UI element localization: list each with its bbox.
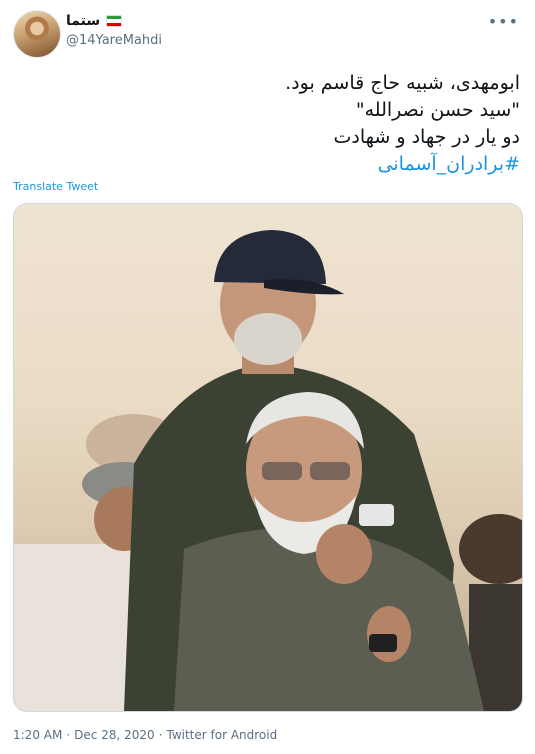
hashtag-link[interactable]: #برادران_آسمانی <box>378 153 520 175</box>
translate-tweet-link[interactable]: Translate Tweet <box>13 180 98 193</box>
more-options-icon[interactable]: ••• <box>488 12 519 31</box>
photo-illustration <box>14 230 522 711</box>
author-display-name[interactable]: ستما <box>66 13 100 29</box>
avatar[interactable] <box>13 10 61 58</box>
tweet-line-1: ابومهدی، شبیه حاج قاسم بود. <box>285 72 520 94</box>
standing-man-beard <box>234 313 302 365</box>
tweet-line-3: دو یار در جهاد و شهادت <box>333 126 520 148</box>
hand-on-shoulder <box>316 524 372 584</box>
black-watch <box>369 634 397 652</box>
tweet-time[interactable]: 1:20 AM <box>13 728 62 742</box>
author-handle[interactable]: @14YareMahdi <box>66 33 162 48</box>
tweet-line-2: "سید حسن نصرالله" <box>355 99 520 121</box>
right-person-head <box>459 514 522 584</box>
tweet-date[interactable]: Dec 28, 2020 <box>74 728 154 742</box>
wristwatch <box>359 504 394 526</box>
glasses-right-lens <box>310 462 350 480</box>
cap-crown <box>214 230 326 284</box>
tweet-photo[interactable] <box>13 203 523 712</box>
meta-separator: · <box>158 728 163 742</box>
tweet-meta: 1:20 AM · Dec 28, 2020 · Twitter for And… <box>13 728 277 742</box>
left-person-robe <box>14 544 134 711</box>
author-name-row: ستما <box>66 13 123 29</box>
tweet-source[interactable]: Twitter for Android <box>166 728 277 742</box>
glasses-left-lens <box>262 462 302 480</box>
tweet-text: ابومهدی، شبیه حاج قاسم بود. "سید حسن نصر… <box>20 70 520 178</box>
meta-separator: · <box>66 728 71 742</box>
iran-flag-icon <box>106 15 123 27</box>
